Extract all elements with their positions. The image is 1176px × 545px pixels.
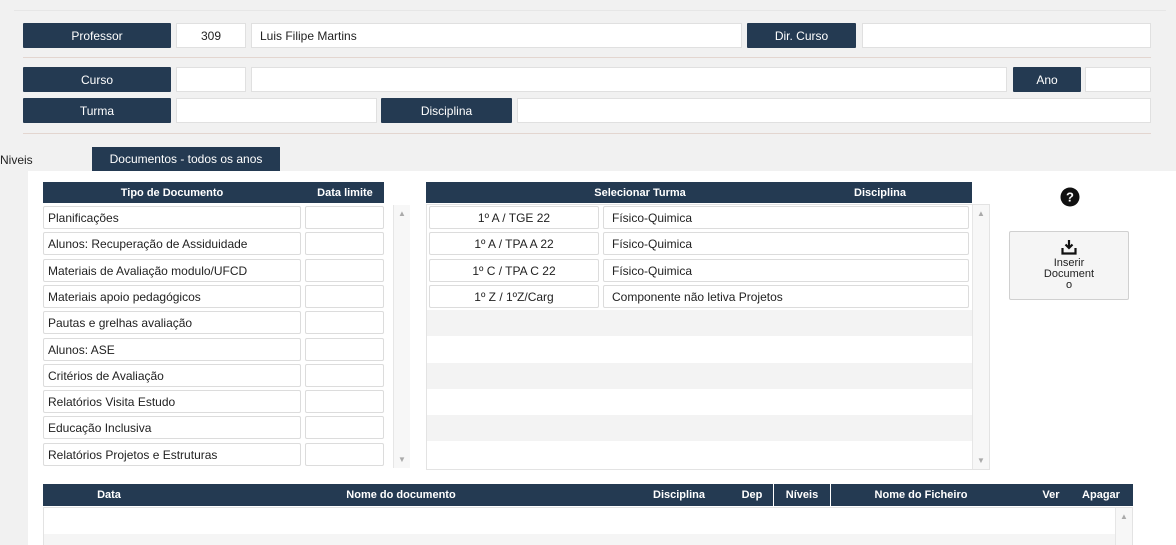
turma-disciplina-cell[interactable]: Físico-Quimica [603, 206, 969, 229]
data-limite-cell[interactable] [305, 232, 384, 255]
ver-col-header: Ver [1042, 489, 1060, 501]
doc-type-item[interactable]: Materiais apoio pedagógicos [43, 285, 301, 308]
disciplina-col-header: Disciplina [653, 489, 705, 501]
dir-curso-label: Dir. Curso [747, 23, 856, 48]
turma-item[interactable]: 1º A / TPA A 22 [429, 232, 599, 255]
empty-row [427, 363, 972, 389]
disciplina-field[interactable] [517, 98, 1151, 123]
top-divider [14, 10, 1166, 11]
empty-row [427, 310, 972, 336]
documents-table-body: ▲ [43, 507, 1133, 545]
professor-label: Professor [23, 23, 171, 48]
insert-document-button[interactable]: Inserir Document o [1009, 231, 1129, 300]
turma-disciplina-cell[interactable]: Físico-Quimica [603, 259, 969, 282]
curso-label: Curso [23, 67, 171, 92]
disciplina-label: Disciplina [381, 98, 512, 123]
empty-row [427, 442, 972, 468]
niveis-col-header: Níveis [773, 484, 831, 506]
data-limite-cell[interactable] [305, 338, 384, 361]
help-icon[interactable]: ? [1060, 187, 1080, 207]
professor-id-field[interactable]: 309 [176, 23, 246, 48]
empty-row [427, 415, 972, 441]
header-bottom-divider [23, 133, 1151, 134]
ano-field[interactable] [1085, 67, 1151, 92]
professor-name-field[interactable]: Luis Filipe Martins [251, 23, 742, 48]
data-limite-cell[interactable] [305, 259, 384, 282]
turma-disciplina-cell[interactable]: Físico-Quimica [603, 232, 969, 255]
dir-curso-field[interactable] [862, 23, 1151, 48]
turma-item[interactable]: 1º A / TGE 22 [429, 206, 599, 229]
doc-type-item[interactable]: Alunos: ASE [43, 338, 301, 361]
turma-disciplina-cell[interactable]: Componente não letiva Projetos [603, 285, 969, 308]
curso-code-field[interactable] [176, 67, 246, 92]
data-limite-cell[interactable] [305, 206, 384, 229]
disciplina-col-header: Disciplina [854, 186, 906, 199]
turma-field[interactable] [176, 98, 377, 123]
scroll-up-icon[interactable]: ▲ [973, 209, 989, 218]
doc-type-item[interactable]: Pautas e grelhas avaliação [43, 311, 301, 334]
scroll-up-icon[interactable]: ▲ [394, 209, 410, 218]
insert-label-line3: o [1065, 279, 1073, 291]
documents-scrollbar[interactable]: ▲ [1115, 508, 1132, 545]
nome-ficheiro-col-header: Nome do Ficheiro [874, 489, 968, 501]
doc-type-item[interactable]: Relatórios Visita Estudo [43, 390, 301, 413]
doc-types-scrollbar[interactable]: ▲ ▼ [393, 205, 410, 468]
tab-documentos[interactable]: Documentos - todos os anos [92, 147, 280, 171]
turma-label: Turma [23, 98, 171, 123]
apagar-col-header: Apagar [1082, 489, 1120, 501]
ano-label: Ano [1013, 67, 1081, 92]
curso-name-field[interactable] [251, 67, 1007, 92]
data-col-header: Data [97, 489, 121, 501]
tipo-documento-header: Tipo de Documento [120, 186, 224, 199]
selecionar-turma-header: Selecionar Turma [594, 186, 686, 199]
tab-niveis[interactable]: Niveis [0, 148, 46, 171]
data-limite-cell[interactable] [305, 285, 384, 308]
dep-col-header: Dep [741, 489, 763, 501]
data-limite-cell[interactable] [305, 416, 384, 439]
data-limite-cell[interactable] [305, 311, 384, 334]
scroll-down-icon[interactable]: ▼ [394, 455, 410, 464]
turmas-scrollbar[interactable]: ▲ ▼ [972, 205, 989, 469]
turma-item[interactable]: 1º Z / 1ºZ/Carg [429, 285, 599, 308]
doc-type-item[interactable]: Alunos: Recuperação de Assiduidade [43, 232, 301, 255]
turmas-header: Selecionar Turma Disciplina [426, 182, 972, 203]
scroll-up-icon[interactable]: ▲ [1116, 512, 1132, 521]
data-limite-header: Data limite [317, 186, 373, 199]
data-limite-cell[interactable] [305, 364, 384, 387]
doc-type-item[interactable]: Planificações [43, 206, 301, 229]
upload-tray-icon [1061, 240, 1077, 255]
doc-type-item[interactable]: Relatórios Projetos e Estruturas [43, 443, 301, 466]
turma-item[interactable]: 1º C / TPA C 22 [429, 259, 599, 282]
documents-table-header: Data Nome do documento Disciplina Dep Ní… [43, 484, 1133, 506]
doc-type-item[interactable]: Critérios de Avaliação [43, 364, 301, 387]
nome-documento-col-header: Nome do documento [346, 489, 456, 501]
empty-row [427, 389, 972, 415]
empty-row [427, 337, 972, 363]
data-limite-cell[interactable] [305, 443, 384, 466]
doc-type-item[interactable]: Educação Inclusiva [43, 416, 301, 439]
data-limite-cell[interactable] [305, 390, 384, 413]
doc-type-item[interactable]: Materiais de Avaliação modulo/UFCD [43, 259, 301, 282]
header-divider [23, 57, 1151, 58]
svg-text:?: ? [1066, 190, 1074, 205]
table-row [44, 534, 1117, 545]
doc-types-header: Tipo de Documento Data limite [43, 182, 384, 203]
scroll-down-icon[interactable]: ▼ [973, 456, 989, 465]
